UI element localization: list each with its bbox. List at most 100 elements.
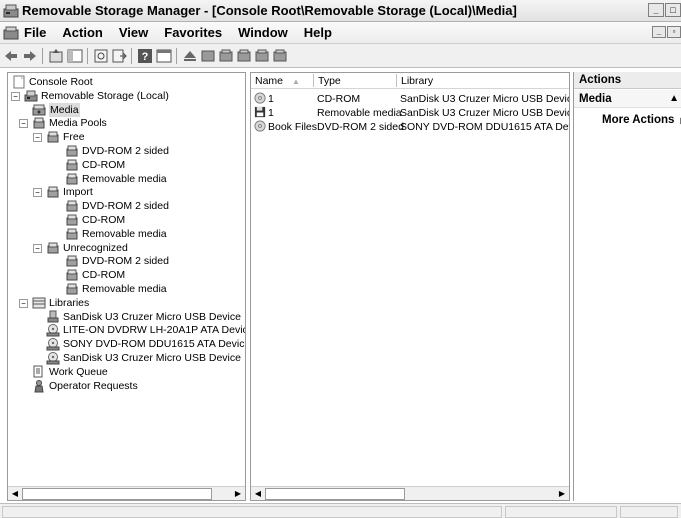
- tree-item[interactable]: − Removable Storage (Local): [8, 89, 245, 103]
- tree-item[interactable]: Removable media: [8, 227, 245, 241]
- optical-drive-icon: [46, 337, 60, 351]
- tree-item[interactable]: DVD-ROM 2 sided: [8, 144, 245, 158]
- export-icon[interactable]: [111, 48, 127, 64]
- child-minimize-button[interactable]: _: [652, 26, 666, 38]
- tree-item-label: CD-ROM: [82, 214, 126, 226]
- collapse-toggle-icon[interactable]: −: [33, 188, 42, 198]
- media-pool-icon: [65, 282, 79, 296]
- maximize-button[interactable]: □: [665, 3, 681, 17]
- menu-view[interactable]: View: [119, 25, 148, 40]
- scroll-left-arrow-icon[interactable]: ◀: [252, 488, 264, 500]
- tree-item[interactable]: CD-ROM: [8, 268, 245, 282]
- mount-icon[interactable]: [200, 48, 216, 64]
- tree-item[interactable]: Work Queue: [8, 365, 245, 379]
- scroll-thumb[interactable]: [22, 488, 212, 500]
- tree-item-label: DVD-ROM 2 sided: [82, 200, 169, 213]
- menu-help[interactable]: Help: [304, 25, 332, 40]
- up-icon[interactable]: [48, 48, 64, 64]
- menu-window[interactable]: Window: [238, 25, 288, 40]
- list-item[interactable]: 1 CD-ROM SanDisk U3 Cruzer Micro USB Devic…: [251, 92, 569, 106]
- tree-item[interactable]: − Free: [8, 130, 245, 144]
- tree-item[interactable]: Operator Requests: [8, 379, 245, 393]
- collapse-icon[interactable]: ▲: [669, 90, 679, 108]
- back-icon[interactable]: [3, 48, 19, 64]
- actions-section-label: Media: [579, 93, 612, 105]
- forward-icon[interactable]: [22, 48, 38, 64]
- operator-requests-icon: [32, 379, 46, 393]
- toolbar: ?: [0, 44, 681, 68]
- column-header-library[interactable]: Library: [397, 74, 567, 88]
- list-cell-name: 1: [268, 93, 274, 105]
- status-bar: [0, 503, 681, 518]
- refresh-icon[interactable]: [93, 48, 109, 64]
- tree-item[interactable]: − Import: [8, 185, 245, 199]
- tree-item-label: Removable Storage (Local): [41, 89, 169, 102]
- tree-item[interactable]: LITE-ON DVDRW LH-20A1P ATA Device: [8, 323, 246, 337]
- collapse-toggle-icon[interactable]: −: [19, 119, 28, 129]
- tree-item[interactable]: − Media Pools: [8, 116, 245, 130]
- column-header-type[interactable]: Type: [314, 74, 396, 88]
- library-icon[interactable]: [218, 48, 234, 64]
- tree-item[interactable]: CD-ROM: [8, 213, 245, 227]
- console-tree[interactable]: Console Root − Removable Storage (Local) Me…: [7, 72, 246, 501]
- libraries-icon: [32, 296, 46, 310]
- tree-item-label: CD-ROM: [82, 158, 126, 171]
- child-restore-button[interactable]: ▫: [667, 26, 681, 38]
- results-list[interactable]: Name ▲ Type Library 1 CD-ROM SanDisk U3 Cr…: [250, 72, 570, 501]
- menu-action[interactable]: Action: [62, 25, 102, 40]
- console-document-icon: [3, 26, 19, 40]
- tree-item[interactable]: Removable media: [8, 282, 245, 296]
- tree-item-label: LITE-ON DVDRW LH-20A1P ATA Device: [63, 324, 246, 337]
- media-pool-icon: [65, 144, 79, 158]
- list-item[interactable]: Book Files DVD-ROM 2 sided SONY DVD-ROM DD…: [251, 120, 569, 134]
- tree-item[interactable]: − Unrecognized: [8, 241, 245, 255]
- tree-item[interactable]: DVD-ROM 2 sided: [8, 254, 245, 268]
- tree-item-label: Unrecognized: [63, 241, 128, 254]
- list-cell-name: 1: [268, 107, 274, 119]
- status-cell-2: [505, 506, 617, 518]
- scroll-right-arrow-icon[interactable]: ▶: [556, 488, 568, 500]
- media-icon: [32, 103, 46, 117]
- collapse-toggle-icon[interactable]: −: [19, 298, 28, 308]
- tree-item[interactable]: Removable media: [8, 172, 245, 186]
- list-cell-type: CD-ROM: [317, 93, 361, 105]
- list-horizontal-scrollbar[interactable]: ◀ ▶: [251, 486, 569, 500]
- actions-section-media[interactable]: Media ▲: [574, 90, 681, 108]
- menu-file[interactable]: File: [24, 25, 46, 40]
- tree-item[interactable]: Console Root: [8, 75, 245, 89]
- collapse-toggle-icon[interactable]: −: [11, 91, 20, 101]
- media-pool-icon: [65, 172, 79, 186]
- minimize-button[interactable]: _: [648, 3, 664, 17]
- help-icon[interactable]: ?: [137, 48, 153, 64]
- tree-item[interactable]: SanDisk U3 Cruzer Micro USB Device: [8, 351, 245, 365]
- removable-storage-icon: [3, 4, 19, 18]
- tree-item[interactable]: − Libraries: [8, 296, 245, 310]
- collapse-toggle-icon[interactable]: −: [33, 243, 42, 253]
- library-icon-3[interactable]: [254, 48, 270, 64]
- tree-item[interactable]: SanDisk U3 Cruzer Micro USB Device: [8, 310, 245, 324]
- cd-icon: [254, 120, 267, 133]
- tree-item[interactable]: SONY DVD-ROM DDU1615 ATA Device: [8, 337, 245, 351]
- collapse-toggle-icon[interactable]: −: [33, 133, 42, 143]
- tree-item[interactable]: CD-ROM: [8, 158, 245, 172]
- library-icon-2[interactable]: [236, 48, 252, 64]
- list-header: Name ▲ Type Library: [251, 73, 569, 89]
- eject-icon[interactable]: [182, 48, 198, 64]
- properties-icon[interactable]: [156, 48, 172, 64]
- show-hide-tree-icon[interactable]: [67, 48, 83, 64]
- library-icon-4[interactable]: [272, 48, 288, 64]
- tree-item[interactable]: Media: [8, 102, 245, 117]
- tree-horizontal-scrollbar[interactable]: ◀ ▶: [8, 486, 245, 500]
- more-actions-link[interactable]: More Actions ▶: [602, 114, 681, 126]
- tree-item-label: SanDisk U3 Cruzer Micro USB Device: [63, 310, 241, 323]
- column-header-name[interactable]: Name ▲: [251, 74, 313, 88]
- tree-item[interactable]: DVD-ROM 2 sided: [8, 199, 245, 213]
- list-cell-name: Book Files: [268, 121, 318, 133]
- scroll-thumb[interactable]: [265, 488, 405, 500]
- scroll-right-arrow-icon[interactable]: ▶: [232, 488, 244, 500]
- svg-text:?: ?: [142, 51, 149, 63]
- scroll-left-arrow-icon[interactable]: ◀: [9, 488, 21, 500]
- menu-favorites[interactable]: Favorites: [164, 25, 222, 40]
- list-item[interactable]: 1 Removable media SanDisk U3 Cruzer Micro …: [251, 106, 569, 120]
- actions-title: Actions: [574, 72, 681, 89]
